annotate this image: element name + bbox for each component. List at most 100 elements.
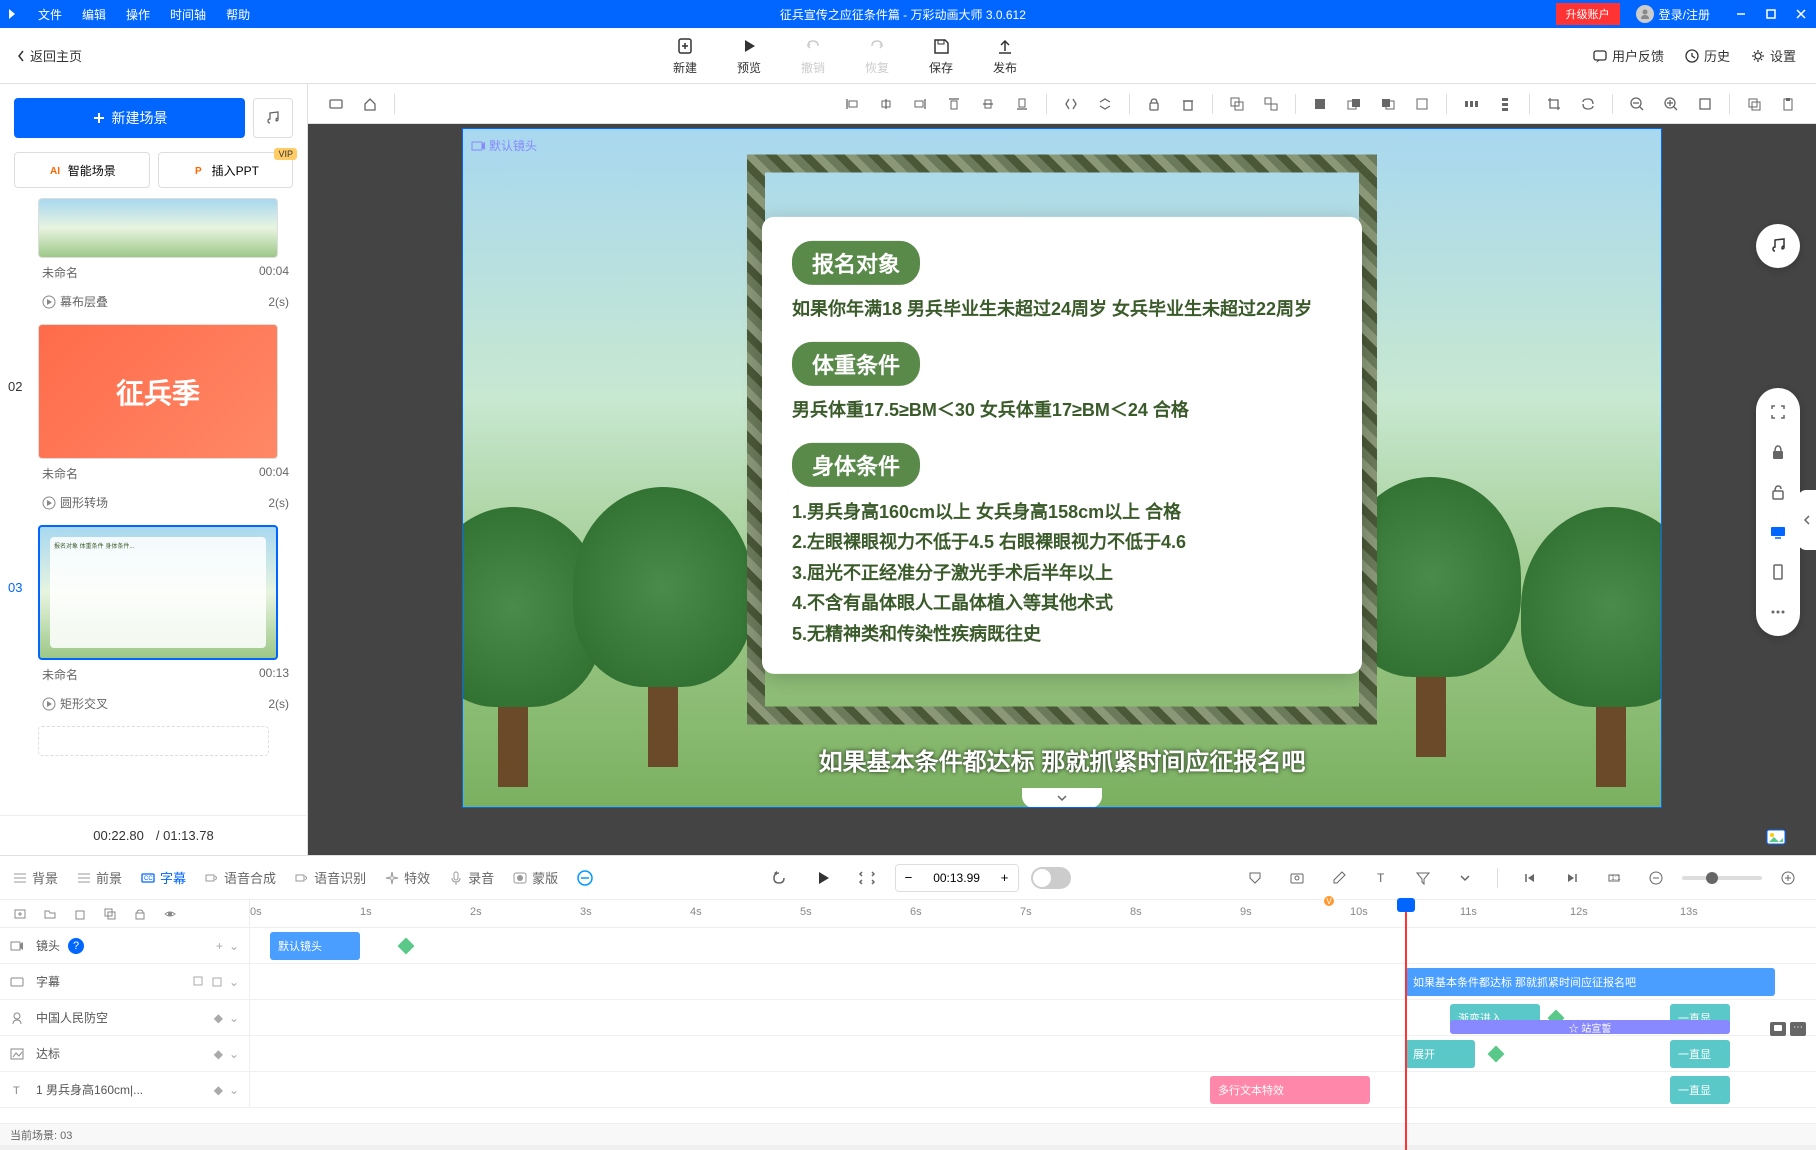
tab-subtitle[interactable]: CC 字幕 [140,868,186,887]
music-scene-button[interactable] [253,98,293,138]
crop-icon[interactable] [1538,88,1570,120]
align-top-icon[interactable] [938,88,970,120]
history-button[interactable]: 历史 [1684,46,1730,65]
menu-action[interactable]: 操作 [126,6,150,23]
transition-name[interactable]: 圆形转场 [60,494,108,511]
rewind-button[interactable] [763,862,795,894]
play-circle-icon[interactable] [42,295,56,309]
marker-icon[interactable] [1239,862,1271,894]
new-scene-button[interactable]: 新建场景 [14,98,245,138]
track-content[interactable]: 渐变进入 一直显 ☆ 站宣誓 ⋯ [250,1000,1816,1035]
unlock-view-icon[interactable] [1766,480,1790,504]
insert-ppt-button[interactable]: P 插入PPT VIP [158,152,294,188]
add-scene-placeholder[interactable] [38,726,269,756]
tab-foreground[interactable]: 前景 [76,868,122,887]
track-content[interactable]: 多行文本特效 一直显 [250,1072,1816,1107]
settings-button[interactable]: 设置 [1750,46,1796,65]
user-login[interactable]: 登录/注册 [1628,5,1718,23]
marker-badge[interactable]: V [1322,894,1336,908]
clip-audio-loop[interactable]: ☆ 站宣誓 [1450,1020,1730,1034]
align-middle-icon[interactable] [972,88,1004,120]
align-center-h-icon[interactable] [870,88,902,120]
add-folder-icon[interactable] [40,904,60,924]
time-field[interactable] [922,865,992,891]
add-track-icon[interactable] [10,904,30,924]
new-button[interactable]: 新建 [673,35,697,76]
distribute-h-icon[interactable] [1455,88,1487,120]
tab-tts[interactable]: 语音合成 [204,868,276,887]
save-button[interactable]: 保存 [929,35,953,76]
clip-subtitle[interactable]: 如果基本条件都达标 那就抓紧时间应征报名吧 [1405,968,1775,996]
keyframe-icon[interactable]: ◆ [214,1011,223,1025]
scene-thumbnail[interactable]: 征兵季 [38,324,278,459]
zoom-out-icon[interactable] [1621,88,1653,120]
mobile-view-icon[interactable] [1766,560,1790,584]
undo-button[interactable]: 撤销 [801,35,825,76]
transition-name[interactable]: 矩形交叉 [60,695,108,712]
chevron-down-icon[interactable]: ⌄ [229,1083,239,1097]
add-keyframe-icon[interactable]: + [216,939,223,953]
filter-icon[interactable] [1407,862,1439,894]
tab-record[interactable]: 录音 [448,868,494,887]
transition-name[interactable]: 幕布层叠 [60,293,108,310]
keyframe-icon[interactable]: ◆ [214,1047,223,1061]
clip-persist[interactable]: 一直显 [1670,1040,1730,1068]
flip-v-icon[interactable] [1089,88,1121,120]
copy-icon[interactable] [1738,88,1770,120]
clip-camera[interactable]: 默认镜头 [270,932,360,960]
expand-button[interactable] [851,862,883,894]
track-visibility-icon[interactable] [160,904,180,924]
maximize-button[interactable] [1756,0,1786,28]
zoom-out-timeline-icon[interactable] [1640,862,1672,894]
delete-icon[interactable] [211,975,223,989]
chevron-down-icon[interactable]: ⌄ [229,1011,239,1025]
align-right-icon[interactable] [904,88,936,120]
minimize-button[interactable] [1726,0,1756,28]
toggle-switch[interactable] [1031,867,1071,889]
preview-button[interactable]: 预览 [737,35,761,76]
music-float-button[interactable] [1756,224,1800,268]
more-clip-icon[interactable]: ⋯ [1790,1022,1806,1036]
fit-timeline-icon[interactable]: 1:1 [1598,862,1630,894]
menu-timeline[interactable]: 时间轴 [170,6,206,23]
group-icon[interactable] [1221,88,1253,120]
upgrade-button[interactable]: 升级账户 [1556,3,1620,25]
align-left-icon[interactable] [836,88,868,120]
zoom-in-timeline-icon[interactable] [1772,862,1804,894]
lock-view-icon[interactable] [1766,440,1790,464]
clip-text-effect[interactable]: 多行文本特效 [1210,1076,1370,1104]
clip-expand[interactable]: 展开 [1405,1040,1475,1068]
track-content[interactable]: 默认镜头 [250,928,1816,963]
delete-icon[interactable] [1172,88,1204,120]
chevron-down-icon[interactable]: ⌄ [229,975,239,989]
replace-icon[interactable] [1572,88,1604,120]
add-icon[interactable] [193,975,205,989]
more-icon[interactable] [1766,600,1790,624]
layer-back-icon[interactable] [1406,88,1438,120]
track-lock-icon[interactable] [130,904,150,924]
canvas-tool-camera[interactable] [320,88,352,120]
desktop-view-icon[interactable] [1766,520,1790,544]
track-content[interactable]: 如果基本条件都达标 那就抓紧时间应征报名吧 [250,964,1816,999]
goto-start-icon[interactable] [1514,862,1546,894]
zoom-slider[interactable] [1682,876,1762,880]
keyframe-diamond[interactable] [1488,1046,1505,1063]
right-expand-handle[interactable] [1798,490,1816,550]
flip-h-icon[interactable] [1055,88,1087,120]
snapshot-icon[interactable] [1281,862,1313,894]
scene-thumbnail-selected[interactable]: 报名对象 体重条件 身体条件... [38,525,278,660]
tab-background[interactable]: 背景 [12,868,58,887]
help-badge[interactable]: ? [68,938,84,954]
chevron-down-icon[interactable]: ⌄ [229,939,239,953]
text-icon[interactable]: T [1365,862,1397,894]
paste-icon[interactable] [1772,88,1804,120]
edit-icon[interactable] [1323,862,1355,894]
tab-circle[interactable] [576,869,594,887]
canvas-stage[interactable]: 默认镜头 报名对象 如果你年满18 男兵毕业生未超过24周岁 女兵毕业生未超过2… [462,128,1662,808]
chevron-down-icon[interactable] [1449,862,1481,894]
play-button[interactable] [807,862,839,894]
layer-front-icon[interactable] [1304,88,1336,120]
smart-scene-button[interactable]: AI 智能场景 [14,152,150,188]
timeline-ruler[interactable]: 0s 1s 2s 3s 4s 5s 6s 7s 8s 9s 10s 11s 12… [250,900,1816,927]
publish-button[interactable]: 发布 [993,35,1017,76]
